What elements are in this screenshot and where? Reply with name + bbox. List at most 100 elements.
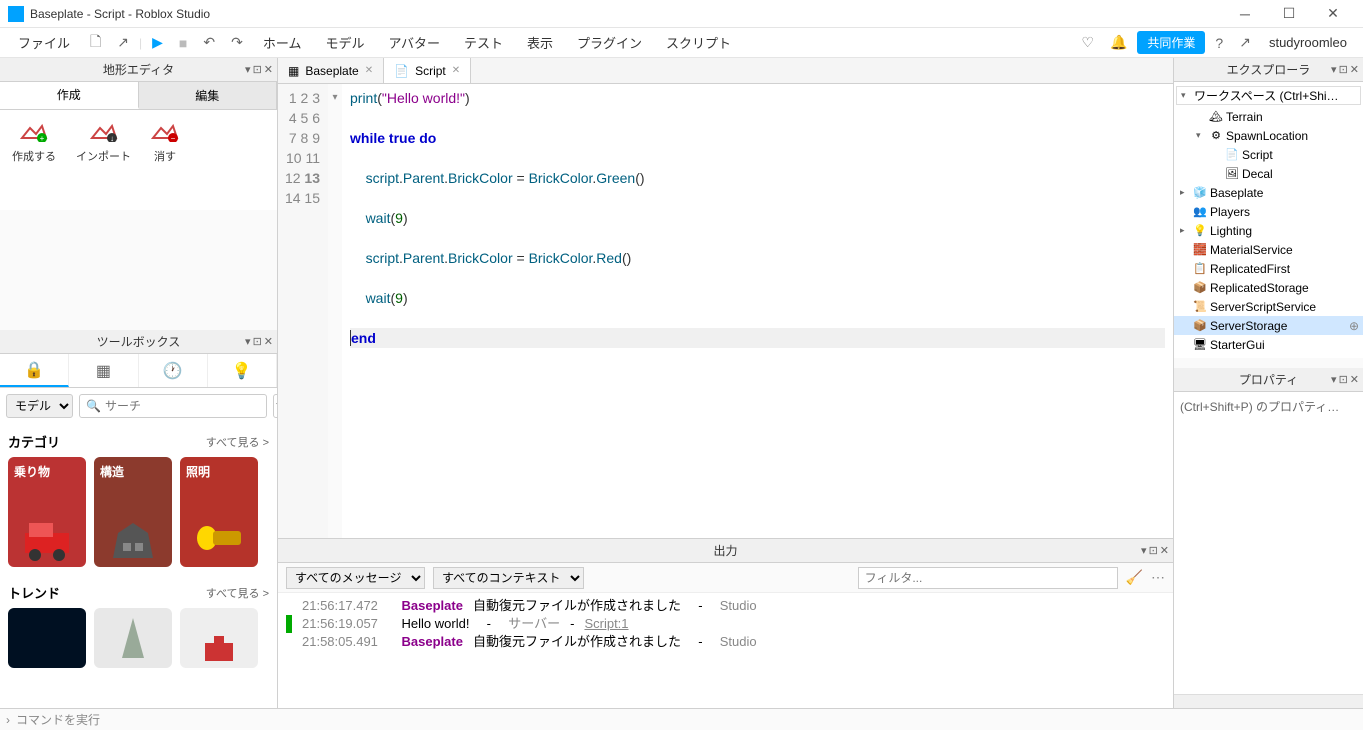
menu-test[interactable]: テスト: [454, 29, 513, 56]
chevron-down-icon[interactable]: ▾: [245, 335, 251, 348]
category-card-vehicles[interactable]: 乗り物: [8, 457, 86, 567]
tree-item[interactable]: 🖼Decal: [1174, 164, 1363, 183]
tree-item[interactable]: 📄Script: [1174, 145, 1363, 164]
maximize-button[interactable]: ☐: [1267, 0, 1311, 28]
output-link[interactable]: Script:1: [584, 615, 628, 633]
tree-item[interactable]: 👥Players: [1174, 202, 1363, 221]
grid-icon: ▦: [96, 361, 111, 381]
close-icon[interactable]: ✕: [365, 65, 373, 76]
menu-avatar[interactable]: アバター: [379, 29, 450, 56]
terrain-clear-button[interactable]: − 消す: [151, 122, 179, 198]
flashlight-icon: [189, 513, 249, 563]
stop-button[interactable]: ■: [173, 31, 193, 55]
terrain-tab-edit[interactable]: 編集: [139, 82, 278, 109]
terrain-import-button[interactable]: ↓ インポート: [76, 122, 131, 198]
output-ctx-filter[interactable]: すべてのコンテキスト: [433, 567, 584, 589]
explorer-search[interactable]: ▾ワークスペース (Ctrl+Shi…: [1176, 86, 1361, 105]
close-icon[interactable]: ✕: [1160, 544, 1169, 557]
svg-text:−: −: [171, 134, 176, 142]
menu-file[interactable]: ファイル: [8, 29, 80, 56]
close-icon[interactable]: ✕: [452, 65, 460, 76]
toolbox-tab-inventory[interactable]: ▦: [69, 354, 138, 387]
terrain-create-icon: +: [20, 122, 48, 142]
play-button[interactable]: ▶: [146, 30, 169, 55]
output-menu-icon[interactable]: ⋯: [1151, 569, 1165, 586]
tree-item[interactable]: 📦ReplicatedStorage: [1174, 278, 1363, 297]
menu-model[interactable]: モデル: [315, 29, 374, 56]
doctab-baseplate[interactable]: ▦ Baseplate ✕: [278, 58, 384, 83]
username-label[interactable]: studyroomleo: [1261, 35, 1355, 50]
tree-item[interactable]: 🖥StarterGui: [1174, 335, 1363, 354]
undo-button[interactable]: ↶: [197, 30, 221, 55]
terrain-import-icon: ↓: [90, 122, 118, 142]
category-card-structures[interactable]: 構造: [94, 457, 172, 567]
minimize-button[interactable]: ─: [1223, 0, 1267, 28]
tree-item[interactable]: 🏔Terrain: [1174, 107, 1363, 126]
clock-icon: 🕐: [163, 361, 183, 381]
toolbox-search-input[interactable]: 🔍: [79, 394, 267, 418]
close-icon[interactable]: ✕: [1350, 63, 1359, 76]
tree-item[interactable]: 📜ServerScriptService: [1174, 297, 1363, 316]
fold-gutter[interactable]: ▾: [328, 84, 342, 538]
tree-item[interactable]: ▸💡Lighting: [1174, 221, 1363, 240]
help-icon[interactable]: ?: [1209, 31, 1229, 55]
output-body[interactable]: 21:56:17.472 Baseplate 自動復元ファイルが作成されました …: [278, 593, 1173, 708]
code-content[interactable]: print("Hello world!") while true do scri…: [342, 84, 1173, 538]
code-editor[interactable]: 1 2 3 4 5 6 7 8 9 10 11 12 13 14 15 ▾ pr…: [278, 84, 1173, 538]
trend-card-1[interactable]: [8, 608, 86, 668]
category-card-lighting[interactable]: 照明: [180, 457, 258, 567]
menu-view[interactable]: 表示: [517, 29, 563, 56]
redo-button[interactable]: ↷: [225, 30, 249, 55]
trend-more-link[interactable]: すべて見る >: [206, 585, 269, 601]
output-msg-filter[interactable]: すべてのメッセージ: [286, 567, 425, 589]
toolbox-panel-header: ツールボックス ▾⊡✕: [0, 330, 277, 354]
tree-item[interactable]: 📦ServerStorage⊕: [1174, 316, 1363, 335]
toolbox-tab-create[interactable]: 💡: [208, 354, 277, 387]
properties-header: プロパティ ▾⊡✕: [1174, 368, 1363, 392]
tree-item[interactable]: ▾⚙SpawnLocation: [1174, 126, 1363, 145]
new-file-icon[interactable]: 🗋: [84, 27, 107, 59]
output-filter-input[interactable]: [858, 567, 1118, 589]
open-file-icon[interactable]: ↗: [111, 30, 135, 55]
trend-card-3[interactable]: [180, 608, 258, 668]
chevron-down-icon[interactable]: ▾: [1331, 373, 1337, 386]
close-button[interactable]: ✕: [1311, 0, 1355, 28]
pin-icon[interactable]: ⊡: [253, 335, 262, 348]
vehicle-icon: [17, 513, 77, 563]
pin-icon[interactable]: ⊡: [253, 63, 262, 76]
terrain-create-button[interactable]: + 作成する: [12, 122, 56, 198]
collab-button[interactable]: 共同作業: [1137, 31, 1205, 54]
bell-icon[interactable]: 🔔: [1104, 30, 1133, 55]
toolbox-type-select[interactable]: モデル: [6, 394, 73, 418]
menu-home[interactable]: ホーム: [253, 29, 312, 56]
tree-item[interactable]: 📋ReplicatedFirst: [1174, 259, 1363, 278]
toolbox-tab-marketplace[interactable]: 🔒: [0, 354, 69, 387]
trend-card-2[interactable]: [94, 608, 172, 668]
chevron-down-icon[interactable]: ▾: [1141, 544, 1147, 557]
pin-icon[interactable]: ⊡: [1339, 63, 1348, 76]
chevron-down-icon[interactable]: ▾: [245, 63, 251, 76]
heart-icon[interactable]: ♡: [1075, 30, 1100, 55]
chevron-down-icon[interactable]: ▾: [1331, 63, 1337, 76]
explorer-header: エクスプローラ ▾⊡✕: [1174, 58, 1363, 82]
tree-item[interactable]: ▸🧊Baseplate: [1174, 183, 1363, 202]
bulb-icon: 💡: [232, 361, 252, 381]
clear-output-icon[interactable]: 🧹: [1126, 569, 1143, 586]
terrain-tab-create[interactable]: 作成: [0, 82, 139, 109]
doctab-script[interactable]: 📄 Script ✕: [384, 58, 471, 83]
close-icon[interactable]: ✕: [264, 335, 273, 348]
menu-plugin[interactable]: プラグイン: [567, 29, 652, 56]
pin-icon[interactable]: ⊡: [1339, 373, 1348, 386]
command-bar[interactable]: › コマンドを実行: [0, 708, 1363, 730]
toolbox-tab-recent[interactable]: 🕐: [139, 354, 208, 387]
tree-item[interactable]: 🧱MaterialService: [1174, 240, 1363, 259]
menu-script[interactable]: スクリプト: [656, 29, 741, 56]
filter-button[interactable]: ▼: [273, 394, 277, 418]
pin-icon[interactable]: ⊡: [1149, 544, 1158, 557]
close-icon[interactable]: ✕: [264, 63, 273, 76]
close-icon[interactable]: ✕: [1350, 373, 1359, 386]
share-icon[interactable]: ↗: [1233, 30, 1257, 55]
category-more-link[interactable]: すべて見る >: [206, 434, 269, 450]
explorer-tree[interactable]: ▾ワークスペース (Ctrl+Shi… 🏔Terrain▾⚙SpawnLocat…: [1174, 82, 1363, 358]
h-scrollbar[interactable]: [1174, 694, 1363, 708]
